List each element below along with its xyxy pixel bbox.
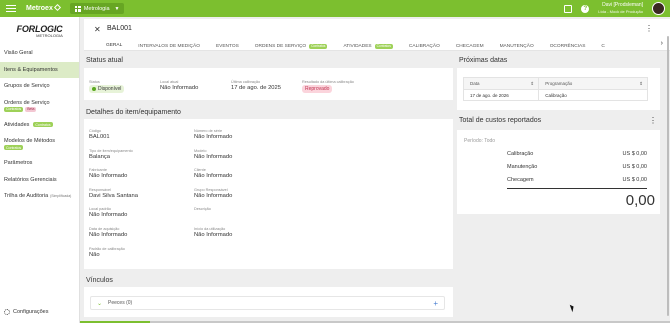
module-label: Metrologia bbox=[83, 5, 110, 12]
sort-icon[interactable]: ⇕ bbox=[639, 81, 643, 87]
chevron-down-icon: ▼ bbox=[114, 5, 120, 12]
more-options-icon[interactable]: ⋮ bbox=[645, 24, 653, 33]
cost-row-calibration: Calibração US $ 0,00 bbox=[507, 151, 647, 157]
sidebar-item-settings[interactable]: Configurações bbox=[4, 309, 48, 315]
page-title: BAL001 bbox=[107, 25, 132, 32]
sidebar-item-items[interactable]: Itens & Equipamentos bbox=[0, 61, 79, 78]
top-bar: Metroex Metrologia ▼ ? Davi [Prodsleman]… bbox=[0, 0, 670, 17]
apps-grid-icon bbox=[74, 5, 81, 12]
brand-logo[interactable]: Metroex bbox=[26, 3, 61, 12]
sidebar-item-reports[interactable]: Relatórios Gerenciais bbox=[0, 172, 79, 189]
cost-row-checking: Checagem US $ 0,00 bbox=[507, 177, 647, 183]
table-row[interactable]: 17 de ago. de 2026 Calibração bbox=[464, 89, 647, 100]
sidebar-item-parameters[interactable]: Parâmetros bbox=[0, 155, 79, 172]
costs-options-icon[interactable]: ⋮ bbox=[649, 116, 657, 125]
next-dates-table: Data ⇕ Programação ⇕ 17 de ago. de 2026 Ca… bbox=[463, 77, 648, 101]
help-icon[interactable]: ? bbox=[581, 4, 590, 13]
sidebar: FORLOGIC METROLOGIA Visão Geral Itens & … bbox=[0, 17, 80, 323]
costs-panel: Período: Todo Calibração US $ 0,00 Manute… bbox=[457, 130, 660, 214]
item-header: ✕ BAL001 ⋮ GERAL INTERVALOS DE MEDIÇÃO E… bbox=[84, 19, 670, 51]
sidebar-item-audit-trail[interactable]: Trilha de Auditoria (Simplificada) bbox=[0, 188, 79, 205]
user-info[interactable]: Davi [Prodsleman] Ltda - Mock de Produçã… bbox=[598, 2, 643, 14]
details-panel: Código BAL001 Tipo de item/equipamento Bal… bbox=[84, 119, 453, 269]
close-icon[interactable]: ✕ bbox=[94, 25, 101, 34]
beta-badge: Beta bbox=[25, 106, 37, 112]
costs-title: Total de custos reportados bbox=[459, 117, 542, 124]
details-right-column: Número de série Não Informado Modelo Não I… bbox=[194, 129, 233, 238]
sidebar-item-service-groups[interactable]: Grupos de Serviço bbox=[0, 78, 79, 95]
chevron-right-icon[interactable]: › bbox=[661, 40, 663, 47]
avatar[interactable] bbox=[652, 2, 665, 15]
sidebar-item-service-orders[interactable]: Ordens de Serviço Contratos Beta bbox=[0, 95, 79, 117]
module-selector[interactable]: Metrologia ▼ bbox=[69, 3, 125, 14]
period-filter[interactable]: Período: Todo bbox=[464, 138, 495, 144]
links-panel: ⌄ Peeces (0) + bbox=[84, 287, 453, 317]
cost-total: 0,00 bbox=[625, 192, 655, 209]
contracts-badge: Contratos bbox=[4, 145, 24, 150]
tasks-icon[interactable] bbox=[564, 4, 573, 13]
details-section-title: Detalhes do item/equipamento bbox=[86, 109, 181, 116]
links-section-title: Vínculos bbox=[86, 277, 113, 284]
links-accordion-row[interactable]: ⌄ Peeces (0) + bbox=[90, 296, 445, 310]
scrollbar[interactable] bbox=[667, 36, 669, 316]
cost-row-maintenance: Manutenção US $ 0,00 bbox=[507, 164, 647, 170]
status-section-title: Status atual bbox=[86, 57, 123, 64]
status-badge: Disponível bbox=[89, 85, 125, 93]
sidebar-item-activities[interactable]: Atividades Contratos bbox=[0, 117, 79, 134]
result-badge: Reprovado bbox=[302, 85, 333, 93]
check-circle-icon bbox=[92, 87, 96, 91]
sort-icon[interactable]: ⇕ bbox=[530, 81, 534, 87]
mouse-cursor bbox=[569, 303, 576, 313]
gear-icon bbox=[4, 309, 10, 315]
sidebar-item-overview[interactable]: Visão Geral bbox=[0, 45, 79, 62]
next-dates-title: Próximas datas bbox=[459, 57, 508, 64]
menu-icon[interactable] bbox=[6, 5, 16, 12]
status-panel: Status Disponível Local atual Não Inform… bbox=[84, 68, 453, 100]
chevron-down-icon: ⌄ bbox=[97, 300, 103, 307]
add-icon[interactable]: + bbox=[433, 299, 438, 308]
contracts-badge: Contratos bbox=[4, 106, 24, 112]
next-dates-panel: Data ⇕ Programação ⇕ 17 de ago. de 2026 Ca… bbox=[457, 68, 660, 110]
sidebar-item-method-models[interactable]: Modelos de Métodos Contratos bbox=[0, 133, 79, 155]
details-left-column: Código BAL001 Tipo de item/equipamento Bal… bbox=[89, 129, 138, 258]
company-logo: FORLOGIC METROLOGIA bbox=[16, 24, 63, 38]
contracts-badge: Contratos bbox=[33, 122, 53, 128]
